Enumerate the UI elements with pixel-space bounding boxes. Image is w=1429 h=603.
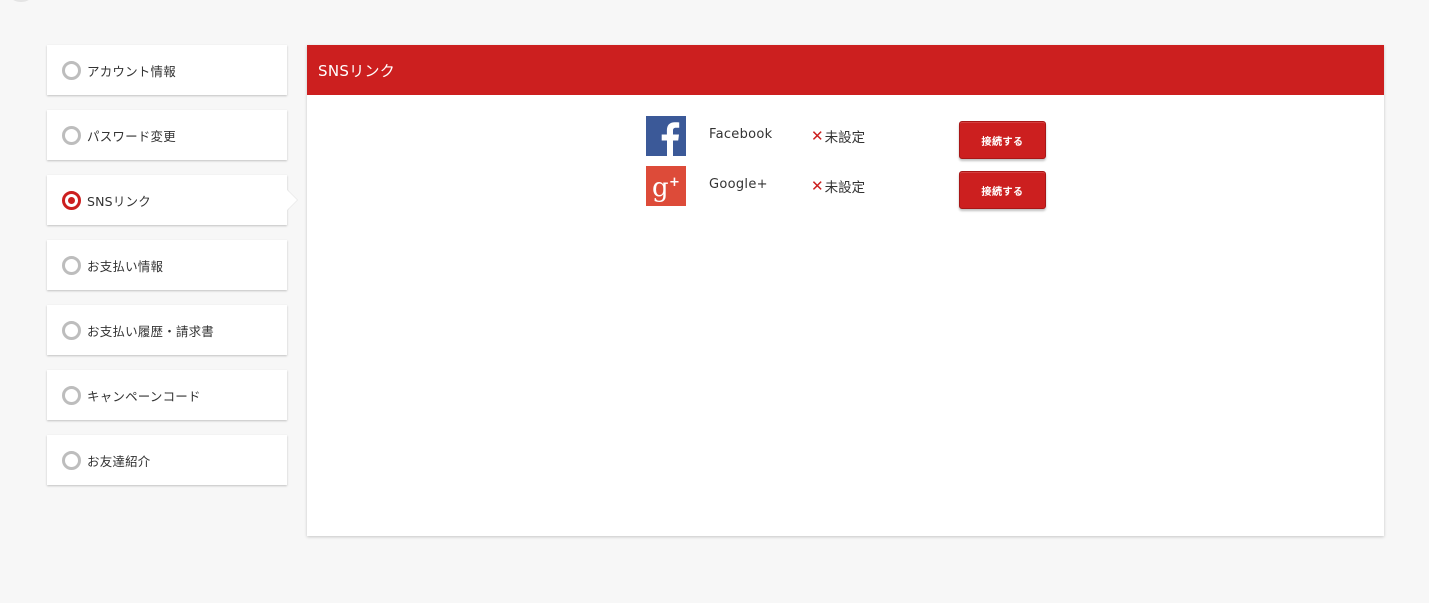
sidebar-item-label: お支払い情報 [87,258,164,274]
sidebar: アカウント情報 パスワード変更 SNSリンク お支払い情報 お支払い履歴・請求書… [47,45,287,500]
sidebar-item-label: キャンペーンコード [87,388,201,404]
sidebar-item-friend-referral[interactable]: お友達紹介 [47,435,287,485]
radio-icon [62,125,81,145]
panel-header: SNSリンク [307,45,1384,95]
radio-icon [62,450,81,470]
sns-status: ✕ 未設定 [811,176,865,196]
sns-status-label: 未設定 [824,180,866,196]
sidebar-item-sns-link[interactable]: SNSリンク [47,175,287,225]
not-set-x-icon: ✕ [811,127,824,145]
sns-link-panel: SNSリンク Facebook ✕ 未設定 接続する g + Google+ ✕… [307,45,1384,536]
sns-row-google-plus: g + Google+ ✕ 未設定 接続する [646,166,1066,209]
sidebar-item-label: お友達紹介 [87,453,151,469]
sidebar-item-password-change[interactable]: パスワード変更 [47,110,287,160]
radio-icon [62,385,81,405]
sns-service-name: Google+ [709,177,768,192]
connect-google-plus-button[interactable]: 接続する [959,171,1046,209]
sns-status-label: 未設定 [824,130,866,146]
sns-service-name: Facebook [709,127,773,142]
svg-text:+: + [669,175,680,190]
sidebar-item-account-info[interactable]: アカウント情報 [47,45,287,95]
sns-account-list: Facebook ✕ 未設定 接続する g + Google+ ✕ 未設定 接続… [646,116,1066,216]
panel-title: SNSリンク [318,61,396,80]
sidebar-item-label: お支払い履歴・請求書 [87,323,215,339]
sidebar-item-payment-history[interactable]: お支払い履歴・請求書 [47,305,287,355]
sidebar-item-campaign-code[interactable]: キャンペーンコード [47,370,287,420]
radio-icon [62,320,81,340]
sidebar-item-label: パスワード変更 [87,128,176,144]
radio-icon [62,60,81,80]
sidebar-item-label: SNSリンク [87,193,151,209]
connect-facebook-button[interactable]: 接続する [959,121,1046,159]
radio-icon [62,255,81,275]
logo-fragment [10,0,32,2]
svg-text:g: g [652,173,669,203]
page: アカウント情報 パスワード変更 SNSリンク お支払い情報 お支払い履歴・請求書… [0,0,1429,603]
sns-row-facebook: Facebook ✕ 未設定 接続する [646,116,1066,159]
not-set-x-icon: ✕ [811,177,824,195]
sns-status: ✕ 未設定 [811,126,865,146]
sidebar-item-payment-info[interactable]: お支払い情報 [47,240,287,290]
facebook-icon [646,116,686,156]
google-plus-icon: g + [646,166,686,206]
radio-selected-icon [62,190,81,210]
sidebar-item-label: アカウント情報 [87,63,176,79]
